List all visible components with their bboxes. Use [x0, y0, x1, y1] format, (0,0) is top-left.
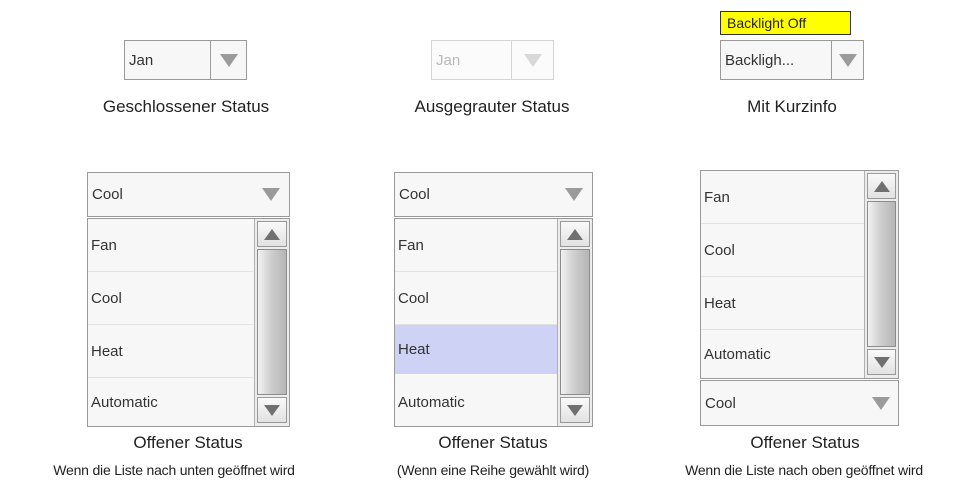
scroll-up-button[interactable]	[560, 221, 590, 247]
scroll-thumb[interactable]	[257, 249, 287, 395]
list-item[interactable]: Heat	[88, 326, 253, 378]
open-selected-subcaption: (Wenn eine Reihe gewählt wird)	[396, 462, 590, 478]
scroll-up-icon	[873, 180, 890, 192]
dropdown-button[interactable]	[863, 381, 898, 425]
dropdown-arrow-icon	[220, 53, 238, 67]
scroll-down-button[interactable]	[867, 349, 896, 375]
list-item[interactable]: Cool	[395, 273, 557, 325]
open-selected-list: Fan Cool Heat Automatic	[394, 218, 593, 427]
scroll-up-icon	[567, 228, 583, 240]
combobox-value: Cool	[92, 186, 123, 203]
dropdown-button[interactable]	[211, 41, 247, 79]
disabled-combobox: Jan	[431, 40, 554, 80]
list-item[interactable]: Fan	[88, 220, 253, 272]
list-item-label: Cool	[398, 290, 429, 307]
open-up-combobox[interactable]: Cool	[700, 380, 899, 426]
list-item-label: Cool	[704, 242, 735, 259]
scroll-up-icon	[264, 228, 280, 240]
scroll-up-button[interactable]	[867, 173, 896, 199]
list-item-label: Heat	[398, 341, 430, 358]
open-down-subcaption: Wenn die Liste nach unten geöffnet wird	[53, 462, 295, 478]
tooltip: Backlight Off	[720, 11, 851, 35]
combobox-value: Cool	[399, 186, 430, 203]
list-item-label: Automatic	[704, 345, 771, 363]
list-item[interactable]: Heat	[701, 278, 864, 330]
list-item[interactable]: Automatic	[88, 379, 253, 425]
list-item[interactable]: Automatic	[395, 379, 557, 425]
tooltip-combobox[interactable]: Backligh...	[720, 40, 864, 80]
list-item[interactable]: Cool	[701, 225, 864, 277]
scroll-down-button[interactable]	[560, 397, 590, 423]
dropdown-arrow-icon	[261, 188, 280, 201]
scroll-down-icon	[873, 356, 890, 368]
scrollbar[interactable]	[254, 219, 289, 426]
list-item-label: Heat	[704, 295, 736, 312]
open-up-subcaption: Wenn die Liste nach oben geöffnet wird	[685, 462, 923, 478]
list-item[interactable]: Cool	[88, 273, 253, 325]
open-selected-caption: Offener Status	[438, 433, 548, 452]
dropdown-button[interactable]	[832, 41, 864, 79]
closed-caption: Geschlossener Status	[102, 97, 270, 116]
list-item[interactable]: Automatic	[701, 331, 864, 377]
list-item[interactable]: Fan	[395, 220, 557, 272]
open-up-caption: Offener Status	[750, 433, 860, 452]
combobox-value: Jan	[129, 51, 154, 69]
scroll-down-icon	[264, 404, 280, 416]
list-item-label: Fan	[91, 237, 117, 254]
list-item-label: Cool	[91, 290, 122, 307]
list-item-selected[interactable]: Heat	[395, 325, 557, 374]
scroll-thumb[interactable]	[867, 201, 896, 347]
scrollbar[interactable]	[557, 219, 592, 426]
open-selected-combobox[interactable]: Cool	[394, 172, 593, 217]
scroll-down-icon	[567, 404, 583, 416]
open-up-list: Fan Cool Heat Automatic	[700, 170, 899, 379]
dropdown-button[interactable]	[556, 173, 592, 216]
tooltip-caption: Mit Kurzinfo	[747, 97, 837, 116]
list-item-label: Fan	[398, 237, 424, 254]
list-item-label: Heat	[91, 343, 123, 360]
combobox-value: Backligh...	[725, 51, 795, 69]
disabled-caption: Ausgegrauter Status	[414, 97, 570, 116]
dropdown-button[interactable]	[252, 173, 289, 216]
dropdown-button	[512, 41, 554, 79]
open-down-list: Fan Cool Heat Automatic	[87, 218, 290, 427]
scroll-thumb[interactable]	[560, 249, 590, 395]
scroll-down-button[interactable]	[257, 397, 287, 423]
scroll-up-button[interactable]	[257, 221, 287, 247]
dropdown-arrow-icon	[839, 53, 857, 67]
list-item-label: Fan	[704, 189, 730, 206]
combobox-value: Jan	[436, 51, 461, 69]
open-down-caption: Offener Status	[133, 433, 243, 452]
list-item-label: Automatic	[398, 393, 465, 411]
dropdown-arrow-icon	[871, 396, 890, 410]
list-item[interactable]: Fan	[701, 172, 864, 224]
dropdown-arrow-icon	[565, 188, 583, 201]
dropdown-arrow-icon	[524, 53, 542, 67]
scrollbar[interactable]	[864, 171, 898, 378]
open-down-combobox[interactable]: Cool	[87, 172, 290, 217]
list-item-label: Automatic	[91, 393, 158, 411]
closed-combobox[interactable]: Jan	[124, 40, 247, 80]
combobox-value: Cool	[705, 394, 736, 412]
